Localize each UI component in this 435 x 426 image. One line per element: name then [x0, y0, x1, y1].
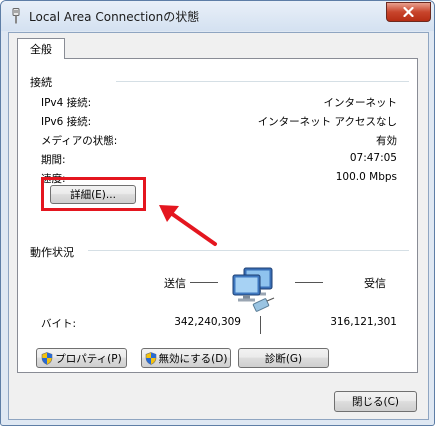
tab-general[interactable]: 全般 — [17, 38, 65, 59]
annotation-highlight-box — [41, 177, 146, 211]
activity-section-label: 動作状況 — [30, 246, 74, 259]
duration-label: 期間: — [41, 154, 66, 166]
received-line — [295, 282, 323, 283]
speed-value: 100.0 Mbps — [335, 171, 397, 183]
close-button[interactable]: 閉じる(C) — [334, 391, 417, 412]
ipv4-label: IPv4 接続: — [41, 97, 92, 109]
properties-button[interactable]: プロパティ(P) — [36, 348, 127, 368]
uac-shield-icon — [145, 351, 156, 365]
ipv4-value: インターネット — [323, 97, 398, 109]
connection-section-label: 接続 — [30, 76, 52, 89]
media-state-label: メディアの状態: — [41, 135, 118, 147]
uac-shield-icon — [41, 351, 53, 365]
bytes-label: バイト: — [41, 318, 77, 330]
status-dialog: Local Area Connectionの状態 全般 接続 IPv4 接続: … — [0, 0, 435, 426]
properties-button-label: プロパティ(P) — [55, 352, 122, 365]
window-title: Local Area Connectionの状態 — [29, 10, 200, 24]
ipv6-label: IPv6 接続: — [41, 116, 92, 128]
bytes-sent-value: 342,240,309 — [174, 316, 241, 328]
diagnose-button-label: 診断(G) — [264, 352, 303, 365]
disable-button[interactable]: 無効にする(D) — [141, 348, 231, 368]
tab-general-label: 全般 — [30, 43, 52, 56]
activity-divider — [88, 250, 409, 251]
activity-divider-vertical — [260, 316, 261, 334]
close-button-label: 閉じる(C) — [351, 396, 400, 408]
network-adapter-icon — [12, 8, 20, 24]
sent-line — [190, 282, 218, 283]
received-label: 受信 — [364, 277, 386, 290]
bytes-received-value: 316,121,301 — [330, 316, 397, 328]
media-state-value: 有効 — [376, 135, 397, 147]
connection-divider — [116, 81, 409, 82]
network-computers-icon — [232, 267, 275, 312]
title-bar[interactable]: Local Area Connectionの状態 — [1, 1, 434, 31]
sent-label: 送信 — [164, 277, 186, 290]
ipv6-value: インターネット アクセスなし — [257, 116, 397, 128]
disable-button-label: 無効にする(D) — [158, 352, 228, 365]
close-x-icon — [403, 7, 414, 17]
duration-value: 07:47:05 — [349, 152, 397, 164]
annotation-arrow-icon — [159, 205, 217, 246]
diagnose-button[interactable]: 診断(G) — [238, 348, 329, 368]
close-window-button[interactable] — [386, 2, 431, 22]
